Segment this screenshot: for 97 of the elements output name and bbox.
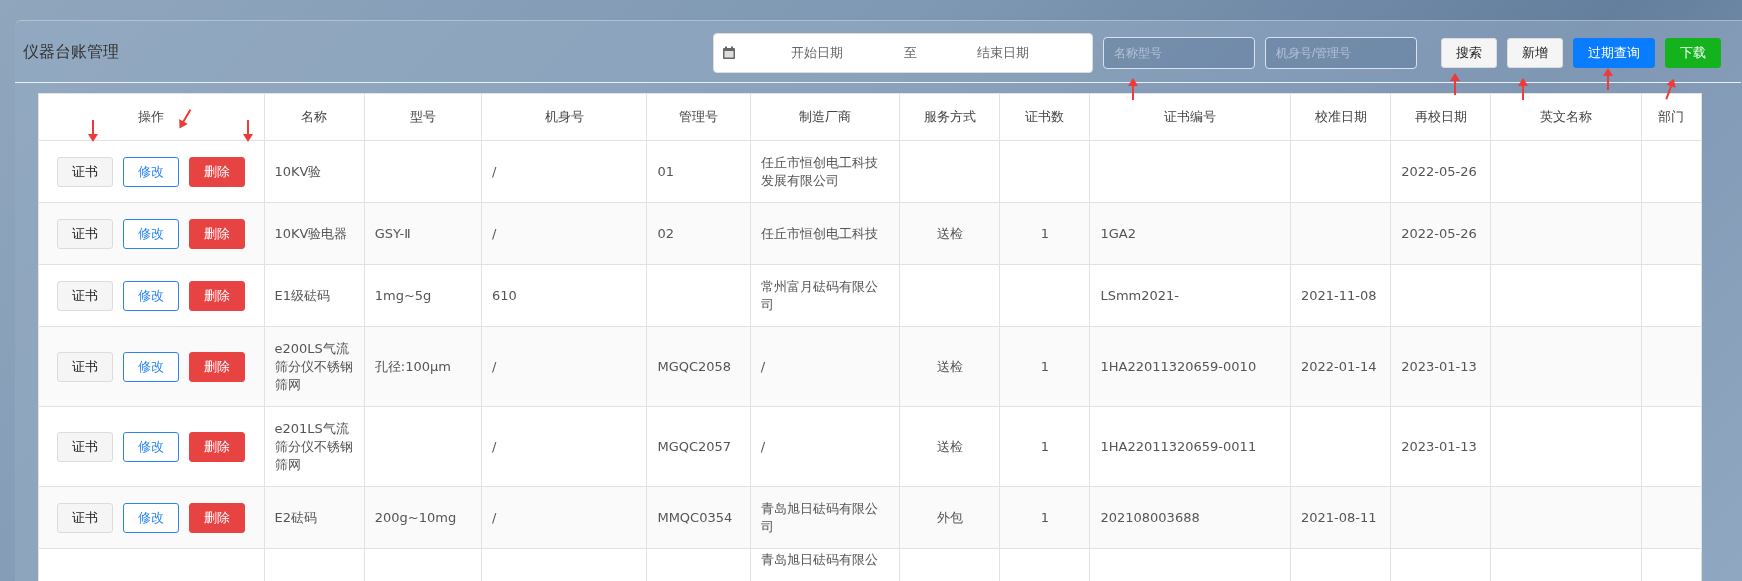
row-action-button[interactable]: 修改: [123, 280, 180, 311]
table-cell: 1: [1040, 358, 1049, 374]
column-header: 部门: [1641, 93, 1702, 141]
annotation-arrow-icon: [1518, 78, 1528, 100]
table-cell: LSmm2021-: [1100, 287, 1180, 303]
row-action-button[interactable]: 修改: [123, 351, 180, 382]
table-cell: 200g~10mg: [374, 509, 457, 525]
row-action-button[interactable]: 修改: [123, 156, 180, 187]
table-cell: 10KV验电器: [274, 225, 348, 241]
table-cell: e200LS气流筛分仪不锈钢筛网: [274, 340, 353, 392]
row-action-button[interactable]: 证书: [57, 280, 114, 311]
table-cell: 2022-05-26: [1401, 163, 1477, 179]
date-range-field[interactable]: 开始日期 至 结束日期: [713, 32, 1093, 73]
column-header: 操作: [38, 93, 265, 141]
table-cell: 青岛旭日砝码有限公: [760, 552, 878, 567]
annotation-arrow-icon: [243, 120, 253, 142]
table-cell: 常州富月砝码有限公司: [760, 278, 878, 312]
table-cell: 2023-01-13: [1401, 438, 1477, 454]
table-cell: 2023-01-13: [1401, 358, 1477, 374]
row-action-button[interactable]: 证书: [57, 156, 114, 187]
table-cell: /: [492, 509, 497, 525]
table-cell: /: [492, 438, 497, 454]
start-date-input[interactable]: 开始日期: [736, 44, 898, 61]
table-cell: 1: [1040, 225, 1049, 241]
table-cell: /: [760, 358, 766, 374]
toolbar-button[interactable]: 下载: [1665, 37, 1721, 68]
table-cell: MGQC2058: [657, 358, 732, 374]
table-cell: 青岛旭日砝码有限公司: [760, 500, 878, 534]
table-cell: 1HA22011320659-0010: [1100, 358, 1257, 374]
column-header: 名称: [264, 93, 365, 141]
table-cell: /: [760, 438, 766, 454]
row-action-button[interactable]: 删除: [189, 218, 246, 249]
annotation-arrow-icon: [1603, 68, 1613, 90]
table-cell: 2021-08-11: [1300, 509, 1377, 525]
table-cell: 任丘市恒创电工科技: [760, 225, 878, 241]
table-cell: 01: [657, 163, 674, 179]
row-action-button[interactable]: 删除: [189, 156, 246, 187]
calendar-icon: [722, 45, 736, 60]
name-model-field[interactable]: 名称型号: [1103, 36, 1255, 69]
column-header: 制造厂商: [750, 93, 900, 141]
row-action-button[interactable]: 删除: [189, 502, 246, 533]
column-header: 再校日期: [1390, 93, 1491, 141]
table-cell: 送检: [936, 225, 963, 241]
row-action-button[interactable]: 证书: [57, 431, 114, 462]
row-action-button[interactable]: 修改: [123, 218, 180, 249]
row-action-button[interactable]: 删除: [189, 431, 246, 462]
table-cell: 1GA2: [1100, 225, 1136, 241]
row-action-button[interactable]: 证书: [57, 502, 114, 533]
column-header: 英文名称: [1490, 93, 1642, 141]
table-cell: 1: [1040, 509, 1049, 525]
table-cell: 2022-01-14: [1300, 358, 1377, 374]
table-cell: MMQC0354: [657, 509, 733, 525]
table-cell: E2砝码: [274, 509, 318, 525]
column-header: 管理号: [646, 93, 751, 141]
table-cell: E1级砝码: [274, 287, 331, 303]
row-action-button[interactable]: 修改: [123, 431, 180, 462]
column-header: 型号: [364, 93, 482, 141]
table-cell: GSY-Ⅱ: [374, 225, 411, 241]
table-cell: 1: [1040, 438, 1049, 454]
table-cell: 送检: [936, 438, 963, 454]
row-action-button[interactable]: 证书: [57, 218, 114, 249]
annotation-arrow-icon: [88, 120, 98, 142]
table-cell: /: [492, 163, 497, 179]
table-cell: 02: [657, 225, 674, 241]
table-cell: 610: [492, 287, 517, 303]
table-cell: 1HA22011320659-0011: [1100, 438, 1257, 454]
column-header: 校准日期: [1290, 93, 1391, 141]
table-cell: MGQC2057: [657, 438, 732, 454]
table-cell: 任丘市恒创电工科技发展有限公司: [760, 154, 878, 188]
table-cell: /: [492, 225, 497, 241]
row-action-button[interactable]: 删除: [189, 351, 246, 382]
toolbar-button[interactable]: 搜索: [1441, 37, 1497, 68]
table-cell: e201LS气流筛分仪不锈钢筛网: [274, 420, 353, 472]
column-header: 证书数: [999, 93, 1090, 141]
table-cell: 10KV验: [274, 163, 322, 179]
table-cell: 送检: [936, 358, 963, 374]
table-cell: 202108003688: [1100, 509, 1200, 525]
table-cell: 孔径:100μm: [374, 358, 451, 374]
toolbar-button[interactable]: 新增: [1507, 37, 1563, 68]
table-cell: 1mg~5g: [374, 287, 432, 303]
page-title: 仪器台账管理: [23, 42, 120, 63]
row-action-button[interactable]: 证书: [57, 351, 114, 382]
row-action-button[interactable]: 修改: [123, 502, 180, 533]
toolbar-button[interactable]: 过期查询: [1573, 37, 1655, 68]
annotation-arrow-icon: [1450, 73, 1460, 95]
serial-number-field[interactable]: 机身号/管理号: [1265, 36, 1417, 69]
column-header: 服务方式: [899, 93, 1000, 141]
column-header: 证书编号: [1089, 93, 1291, 141]
annotation-arrow-icon: [1128, 78, 1138, 100]
range-separator: 至: [902, 43, 918, 62]
column-header: 机身号: [481, 93, 647, 141]
table-cell: 2022-05-26: [1401, 225, 1477, 241]
table-cell: /: [492, 358, 497, 374]
end-date-input[interactable]: 结束日期: [922, 44, 1084, 61]
row-action-button[interactable]: 删除: [189, 280, 246, 311]
table-cell: 2021-11-08: [1300, 287, 1377, 303]
table-cell: 外包: [936, 509, 963, 525]
